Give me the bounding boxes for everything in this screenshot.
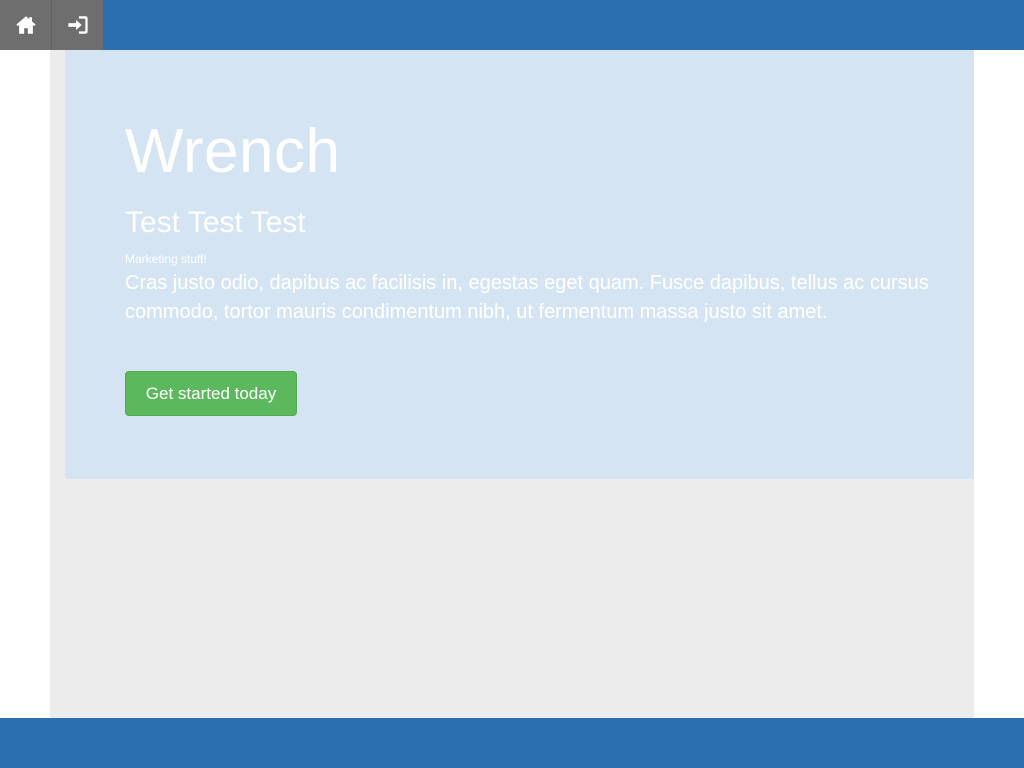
get-started-button[interactable]: Get started today	[125, 371, 297, 416]
hero-jumbotron: Wrench Test Test Test Marketing stuff! C…	[65, 50, 974, 479]
page-title: Wrench	[125, 117, 341, 186]
home-icon	[15, 16, 36, 34]
sign-in-button[interactable]	[52, 0, 103, 50]
home-button[interactable]	[0, 0, 51, 50]
sign-in-icon	[67, 16, 88, 34]
hero-lead-text: Cras justo odio, dapibus ac facilisis in…	[125, 272, 929, 323]
hero-subtitle: Test Test Test	[125, 206, 306, 239]
top-navbar	[0, 0, 1024, 50]
marketing-note: Marketing stuff!	[125, 252, 207, 266]
footer-bar	[0, 718, 1024, 768]
